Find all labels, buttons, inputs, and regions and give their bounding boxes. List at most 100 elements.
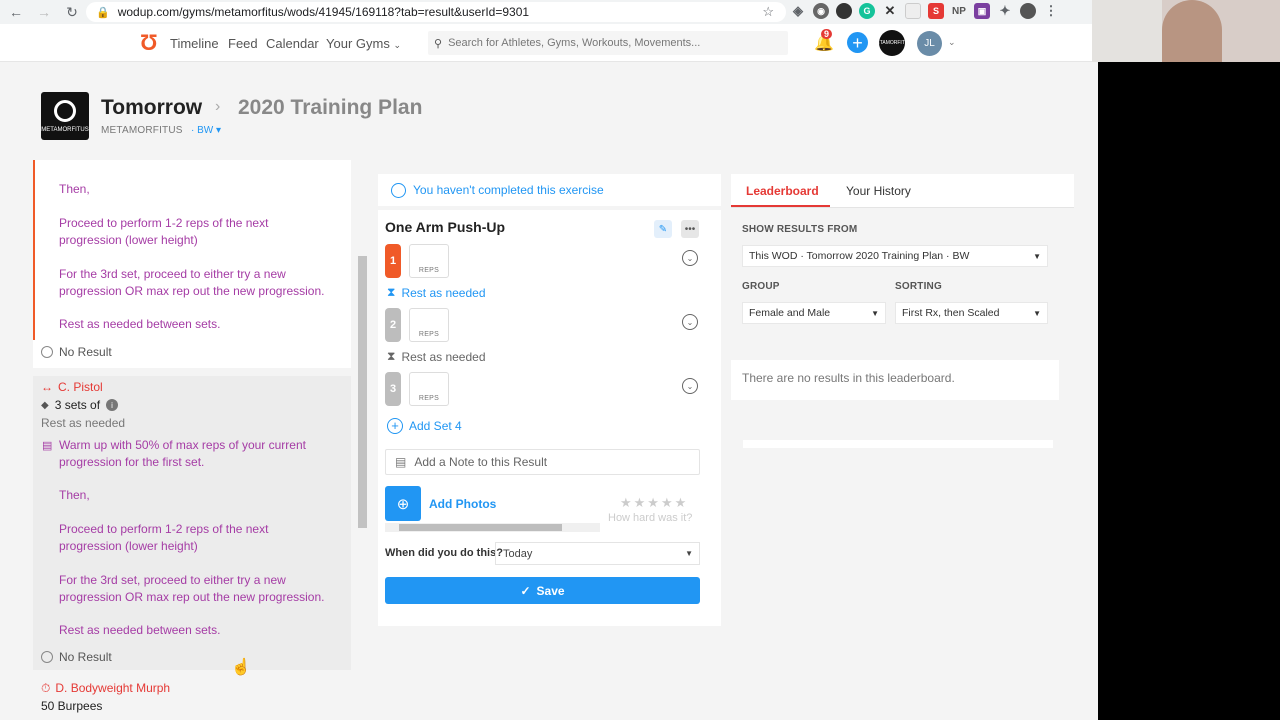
add-set-button[interactable]: + Add Set 4 [387,418,462,434]
set-number: 1 [385,244,401,278]
group-label: GROUP [742,281,780,292]
info-icon[interactable]: i [106,399,119,411]
reload-icon[interactable]: ↻ [60,0,84,24]
pencil-icon[interactable]: ✎ [654,220,672,238]
extension-icon[interactable]: ◉ [813,3,829,19]
horizontal-scrollbar[interactable] [731,438,1074,450]
tab-leaderboard[interactable]: Leaderboard [746,184,819,198]
note-input[interactable]: ▤ Add a Note to this Result [385,449,700,475]
profile-avatar-icon[interactable] [1020,3,1036,19]
purple-icon[interactable]: ▣ [974,3,990,19]
workout-card-d[interactable]: ⏱ D. Bodyweight Murph 50 Burpees [33,674,351,720]
gym-name[interactable]: METAMORFITUS [101,125,183,136]
sets-label: 3 sets of [54,398,101,412]
check-icon: ✓ [520,583,531,598]
reps-input[interactable]: REPS [409,308,449,342]
user-initials: JL [924,38,935,49]
no-result-status[interactable]: No Result [41,345,112,359]
sorting-label: SORTING [895,281,942,292]
chevron-down-circle-icon[interactable]: ⌄ [682,378,698,394]
add-set-label: Add Set 4 [409,419,462,433]
difficulty-label: How hard was it? [608,512,693,524]
nav-calendar[interactable]: Calendar [266,36,319,51]
user-avatar[interactable]: JL [917,31,942,56]
wodup-logo-icon[interactable]: Ʊ [140,32,158,54]
address-bar[interactable]: 🔒 wodup.com/gyms/metamorfitus/wods/41945… [86,2,786,22]
instruction-line: Then, [59,182,90,196]
lock-icon: 🔒 [96,6,110,19]
active-tab-underline [731,205,830,207]
program-title[interactable]: 2020 Training Plan [238,96,422,120]
create-plus-button[interactable]: + [847,32,868,53]
track-label: BW [197,125,214,136]
empty-leaderboard-message: There are no results in this leaderboard… [731,360,1059,400]
card-d-header[interactable]: ⏱ D. Bodyweight Murph [41,681,170,696]
x-icon[interactable]: ✕ [882,3,898,19]
doc-icon[interactable] [905,3,921,19]
no-result-label: No Result [59,650,112,664]
grammarly-icon[interactable]: G [859,3,875,19]
horizontal-scrollbar[interactable] [385,523,600,532]
bookmark-star-icon[interactable]: ☆ [762,4,774,20]
left-scrollbar[interactable] [357,160,367,720]
tag-icon: ◆ [41,399,49,411]
np-icon[interactable]: NP [951,3,967,19]
difficulty-stars[interactable]: ★★★★★ [620,495,688,511]
notes-icon: ▤ [42,440,53,452]
scrollbar-track[interactable] [743,440,1053,448]
card-c-header[interactable]: ↔ C. Pistol [41,380,103,394]
track-selector[interactable]: · BW ▾ [191,125,221,136]
forward-icon[interactable]: → [32,0,56,24]
add-photos-button[interactable]: Add Photos [429,497,496,511]
sorting-select[interactable]: First Rx, then Scaled ▼ [895,302,1048,324]
reps-input[interactable]: REPS [409,244,449,278]
app-header: Ʊ Timeline Feed Calendar Your Gyms ⌄ ⚲ S… [0,24,1092,62]
user-menu-chevron-icon[interactable]: ⌄ [948,37,956,48]
wod-title: Tomorrow [101,96,203,119]
caret-down-icon: ▼ [871,308,879,318]
nav-timeline[interactable]: Timeline [170,36,219,51]
gym-logo[interactable]: METAMORFITUS [41,92,89,140]
back-icon[interactable]: ← [4,0,28,24]
tab-your-history[interactable]: Your History [846,184,911,198]
save-button[interactable]: ✓ Save [385,577,700,604]
exercise-title: One Arm Push-Up [385,219,506,235]
save-label: Save [536,583,565,598]
empty-circle-icon [41,346,53,358]
menu-dots-icon[interactable]: ⋮ [1043,3,1059,19]
scrollbar-thumb[interactable] [358,256,367,528]
results-source-select[interactable]: This WOD · Tomorrow 2020 Training Plan ·… [742,245,1048,267]
sorting-value: First Rx, then Scaled [902,307,1000,319]
completion-status[interactable]: You haven't completed this exercise [378,174,721,206]
chevron-down-circle-icon[interactable]: ⌄ [682,314,698,330]
more-icon[interactable]: ••• [681,220,699,238]
show-results-label: SHOW RESULTS FROM [742,224,858,235]
logo-ring-icon [54,100,76,122]
caret-down-icon: ▼ [1033,251,1041,261]
nav-feed[interactable]: Feed [228,36,258,51]
scrollbar-thumb[interactable] [399,524,562,531]
gym-avatar[interactable]: METAMORFITUS [872,30,912,56]
dropbox-icon[interactable]: ◈ [790,3,806,19]
search-input[interactable]: ⚲ Search for Athletes, Gyms, Workouts, M… [428,31,788,55]
notification-badge: 9 [821,29,833,39]
rest-label: Rest as needed [401,349,486,364]
workout-card-b[interactable]: Then, Proceed to perform 1-2 reps of the… [33,160,351,368]
chevron-down-circle-icon[interactable]: ⌄ [682,250,698,266]
reps-input[interactable]: REPS [409,372,449,406]
instruction-line: Proceed to perform 1-2 reps of the next … [59,216,269,247]
workout-card-c[interactable]: ↔ C. Pistol ◆ 3 sets of i Rest as needed ▤ … [33,376,351,670]
group-select[interactable]: Female and Male ▼ [742,302,886,324]
camera-icon[interactable]: ⊕ [385,486,421,521]
no-result-status[interactable]: No Result [41,650,112,664]
note-icon: ▤ [395,455,407,469]
gym-avatar-text: METAMORFITUS [872,40,912,46]
nav-your-gyms[interactable]: Your Gyms ⌄ [326,36,401,51]
instruction-line: For the 3rd set, proceed to either try a… [59,267,325,298]
s-icon[interactable]: S [928,3,944,19]
circle-icon[interactable] [836,3,852,19]
puzzle-icon[interactable]: ✦ [997,3,1013,19]
rest-row: ⧗ Rest as needed [387,349,486,364]
tab-bar: Leaderboard Your History [731,174,1074,208]
date-select[interactable]: Today ▼ [495,542,700,565]
